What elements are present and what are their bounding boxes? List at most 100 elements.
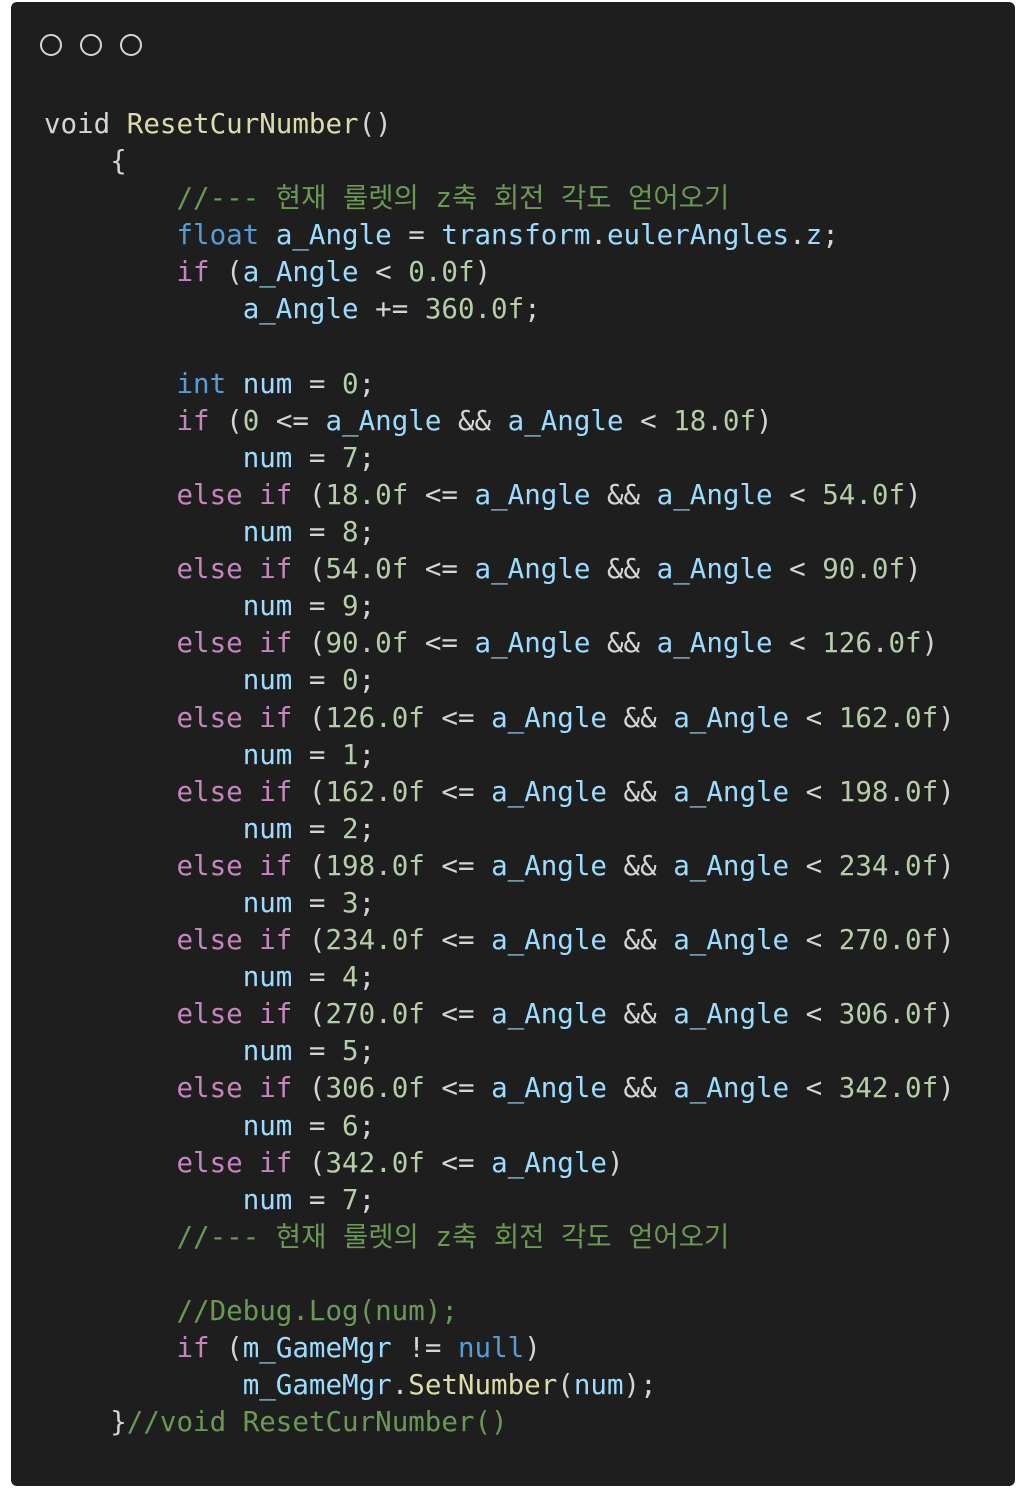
code-token: = (292, 367, 343, 400)
code-token: ; (358, 1183, 376, 1216)
code-token: <= (424, 1072, 492, 1105)
code-token: <= (408, 627, 475, 660)
code-token: = (292, 1183, 343, 1216)
code-token: a_Angle (673, 998, 790, 1031)
code-token: . (590, 219, 607, 252)
code-token: ( (209, 1332, 243, 1365)
code-token: 270.0f (838, 924, 939, 957)
code-token: num (242, 886, 293, 919)
code-token: if (176, 404, 210, 437)
code-token: ( (209, 256, 243, 289)
window-controls (40, 34, 160, 56)
code-token: = (391, 219, 442, 252)
code-token: num (242, 590, 293, 623)
code-token: ; (358, 367, 376, 400)
code-token: = (292, 590, 343, 623)
code-token: if (259, 553, 293, 586)
code-token: //void ResetCurNumber() (126, 1406, 508, 1439)
code-token: a_Angle (673, 849, 790, 882)
code-token: 306.0f (325, 1072, 425, 1105)
code-line: num = 4; (44, 959, 955, 996)
code-token: 7 (342, 441, 359, 474)
code-token: null (457, 1332, 525, 1365)
code-token: < (789, 849, 839, 882)
code-token: ) (905, 553, 922, 586)
code-line: else if (342.0f <= a_Angle) (44, 1145, 955, 1182)
code-token: ( (557, 1369, 574, 1402)
code-token: ) (606, 1146, 624, 1179)
code-token: ( (292, 701, 326, 734)
code-token: ( (292, 478, 326, 511)
code-token: ( (292, 1072, 326, 1105)
code-token: a_Angle (491, 1146, 607, 1179)
code-token: && (590, 627, 657, 660)
code-token: if (259, 1146, 293, 1179)
code-token: 342.0f (325, 1146, 425, 1179)
code-token: //Debug.Log(num); (176, 1295, 458, 1327)
code-token: . (391, 1369, 409, 1402)
code-line: num = 7; (44, 1182, 955, 1219)
code-token: < (789, 775, 839, 808)
code-token: ( (292, 627, 326, 660)
code-token: && (606, 998, 674, 1031)
code-line: num = 8; (44, 514, 955, 551)
code-token: . (789, 219, 806, 252)
code-token: = (292, 664, 343, 697)
code-token: num (242, 961, 293, 994)
code-token: ) (756, 404, 773, 437)
code-token: a_Angle (474, 478, 591, 511)
code-token: && (606, 849, 674, 882)
code-token: 306.0f (838, 998, 939, 1031)
code-line: num = 6; (44, 1108, 955, 1145)
code-line: num = 7; (44, 440, 955, 477)
code-token: 234.0f (325, 924, 425, 957)
code-token: else (176, 553, 243, 586)
minimize-icon[interactable] (80, 34, 102, 56)
code-line: int num = 0; (44, 366, 955, 403)
code-token: else (176, 849, 243, 882)
code-token: a_Angle (491, 924, 607, 957)
code-token: if (259, 701, 293, 734)
code-line: else if (234.0f <= a_Angle && a_Angle < … (44, 922, 954, 959)
code-token: ) (938, 701, 955, 734)
code-token: () (358, 108, 392, 140)
code-token: 54.0f (822, 478, 906, 511)
maximize-icon[interactable] (120, 34, 142, 56)
code-token: ; (822, 219, 839, 252)
code-token: <= (408, 553, 475, 586)
code-token: 198.0f (838, 775, 939, 808)
code-line: float a_Angle = transform.eulerAngles.z; (44, 217, 955, 254)
code-token: && (606, 775, 674, 808)
code-token: if (176, 1332, 210, 1365)
code-token: = (292, 516, 343, 549)
code-token: ); (623, 1369, 657, 1402)
code-line: if (0 <= a_Angle && a_Angle < 18.0f) (44, 403, 955, 440)
code-token: ; (358, 664, 376, 697)
close-icon[interactable] (40, 34, 62, 56)
code-token: <= (424, 998, 492, 1031)
code-token: else (176, 1146, 243, 1179)
code-token: a_Angle (656, 478, 773, 511)
code-line: else if (306.0f <= a_Angle && a_Angle < … (44, 1070, 954, 1107)
code-token: if (259, 924, 293, 957)
code-token: ) (474, 256, 492, 289)
code-token: 0 (342, 664, 359, 697)
code-line: a_Angle += 360.0f; (44, 291, 955, 328)
code-token: else (176, 924, 243, 957)
